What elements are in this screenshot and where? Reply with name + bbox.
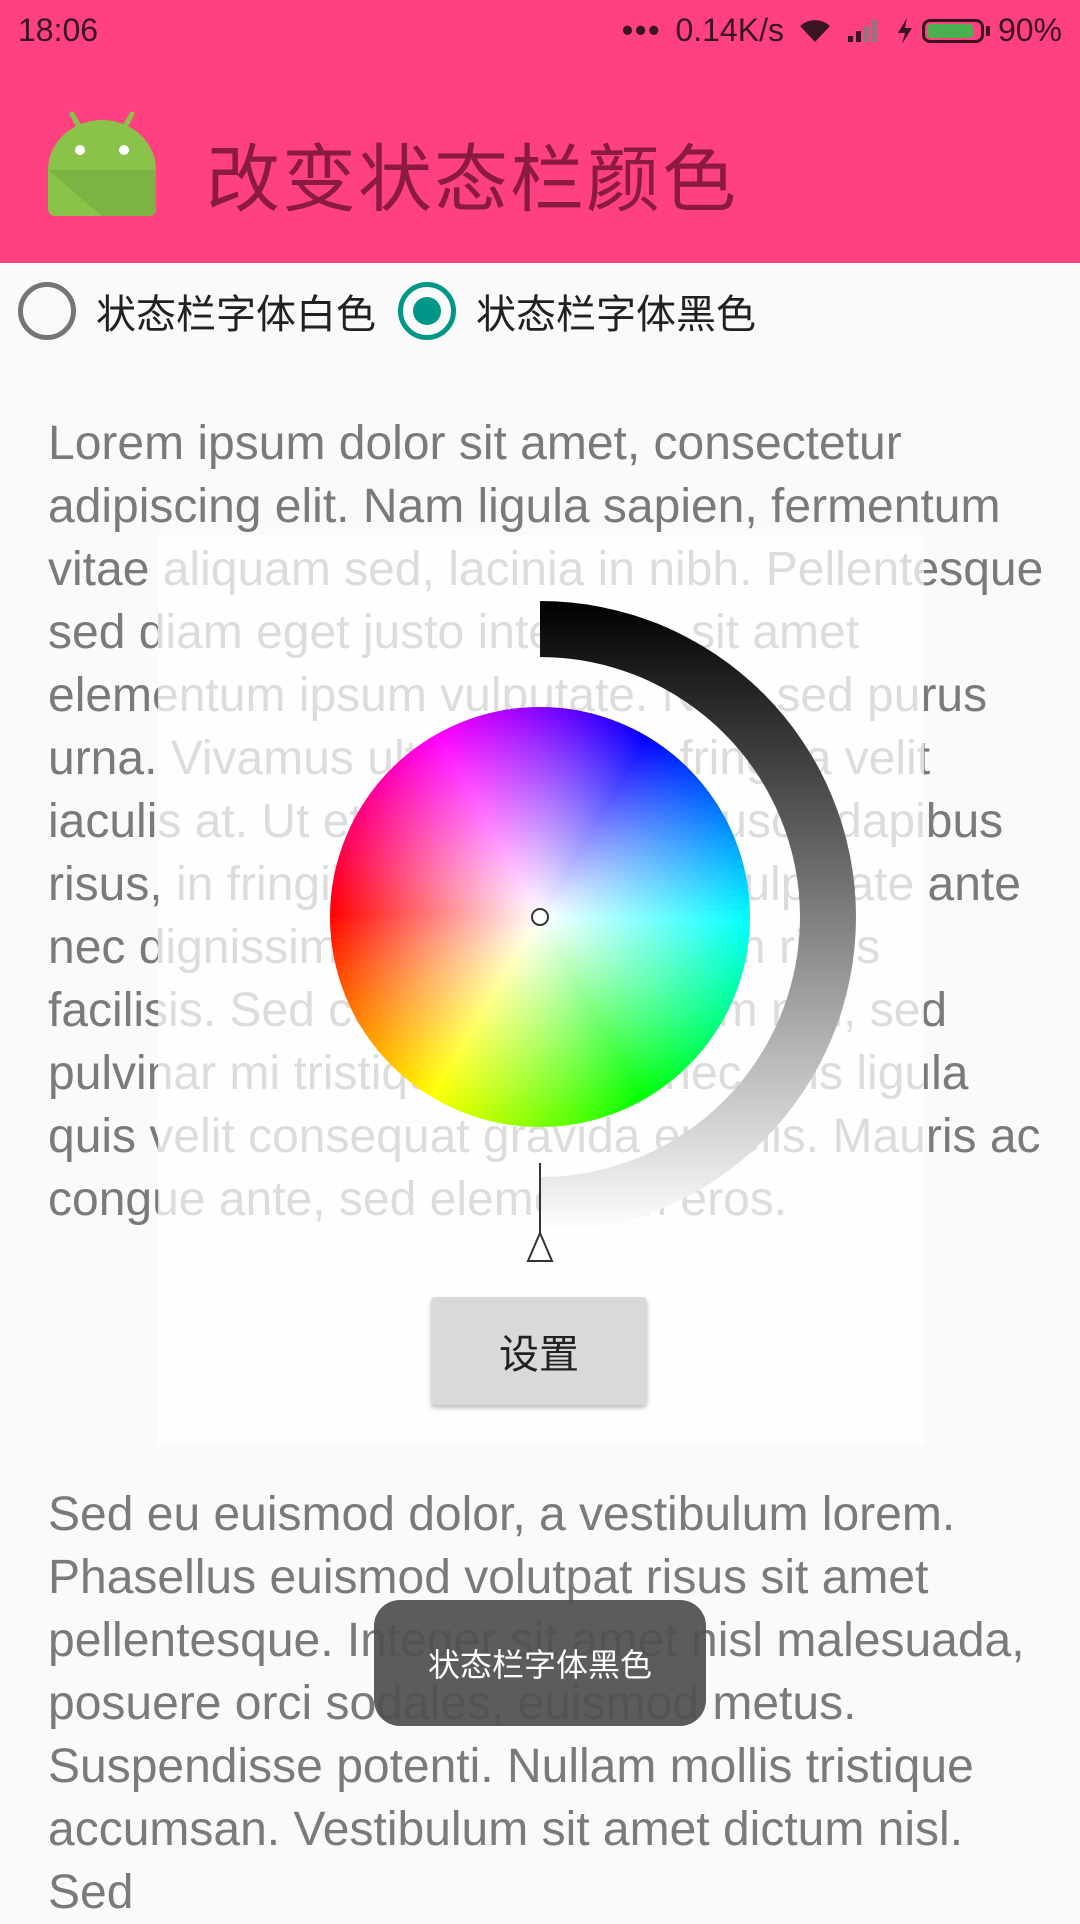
app-toolbar: 改变状态栏颜色 — [0, 60, 1080, 263]
color-picker-dialog: 设置 — [158, 535, 924, 1445]
status-time: 18:06 — [18, 12, 99, 48]
status-text-color-radio-group: 状态栏字体白色 状态栏字体黑色 — [18, 282, 778, 340]
brightness-pointer-triangle[interactable] — [526, 1230, 554, 1262]
toast-text: 状态栏字体黑色 — [427, 1646, 652, 1684]
battery-icon — [921, 18, 984, 43]
battery-tip — [985, 25, 990, 36]
radio-black-text[interactable]: 状态栏字体黑色 — [398, 282, 756, 340]
charging-icon — [896, 17, 914, 45]
page-title: 改变状态栏颜色 — [206, 137, 738, 223]
status-right-group: ••• 0.14K/s 90% — [622, 12, 1062, 49]
radio-button-unchecked[interactable] — [18, 282, 76, 340]
hue-wheel[interactable] — [325, 702, 755, 1132]
set-button[interactable]: 设置 — [431, 1297, 647, 1405]
battery-level-fill — [926, 23, 974, 38]
radio-label-black: 状态栏字体黑色 — [476, 292, 756, 338]
battery-percent: 90% — [997, 12, 1062, 48]
android-icon — [42, 100, 162, 220]
battery-indicator: 90% — [896, 12, 1062, 49]
toast-message: 状态栏字体黑色 — [374, 1600, 706, 1726]
network-speed: 0.14K/s — [675, 12, 784, 48]
radio-label-white: 状态栏字体白色 — [96, 292, 376, 338]
status-bar: 18:06 ••• 0.14K/s 90% — [0, 0, 1080, 60]
signal-icon — [846, 18, 882, 44]
radio-button-checked[interactable] — [398, 282, 456, 340]
more-dots-icon: ••• — [621, 12, 662, 48]
wifi-icon — [798, 18, 832, 44]
radio-white-text[interactable]: 状态栏字体白色 — [18, 282, 376, 340]
